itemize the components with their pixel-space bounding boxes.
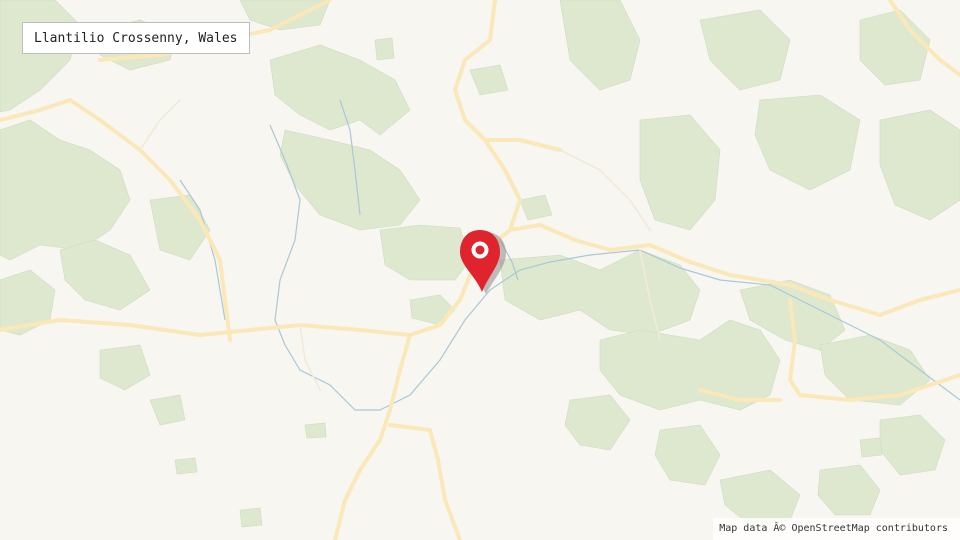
map-attribution[interactable]: Map data Â© OpenStreetMap contributors [713, 518, 960, 540]
location-label: Llantilio Crossenny, Wales [22, 22, 250, 54]
map-pin-icon[interactable] [456, 228, 508, 294]
